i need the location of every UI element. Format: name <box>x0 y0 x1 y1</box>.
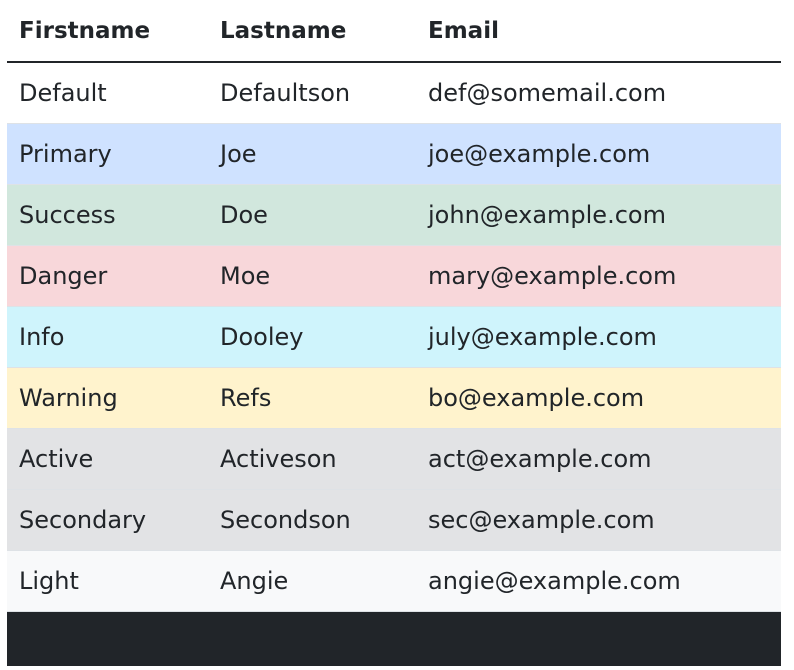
cell-firstname: Danger <box>7 245 208 307</box>
cell-email: mary@example.com <box>416 245 781 307</box>
table-row-default: Default Defaultson def@somemail.com <box>7 62 781 124</box>
cell-email: act@example.com <box>416 428 781 490</box>
cell-firstname: Light <box>7 550 208 612</box>
cell-firstname: Primary <box>7 123 208 185</box>
table-row-light: Light Angie angie@example.com <box>7 550 781 612</box>
cell-email: angie@example.com <box>416 550 781 612</box>
cell-lastname: Dooley <box>208 306 416 368</box>
cell-lastname: Refs <box>208 367 416 429</box>
cell-firstname: Warning <box>7 367 208 429</box>
cell-email: sec@example.com <box>416 489 781 551</box>
table-row-danger: Danger Moe mary@example.com <box>7 245 781 307</box>
cell-lastname: Doe <box>208 184 416 246</box>
column-header-lastname: Lastname <box>208 0 416 63</box>
contextual-table-container: Firstname Lastname Email Default Default… <box>7 0 781 666</box>
cell-email: joe@example.com <box>416 123 781 185</box>
table-row-primary: Primary Joe joe@example.com <box>7 123 781 185</box>
cell-lastname: Moe <box>208 245 416 307</box>
cell-firstname <box>7 611 208 666</box>
cell-email: bo@example.com <box>416 367 781 429</box>
cell-lastname: Activeson <box>208 428 416 490</box>
cell-firstname: Default <box>7 62 208 124</box>
cell-email <box>416 611 781 666</box>
column-header-email: Email <box>416 0 781 63</box>
cell-lastname: Secondson <box>208 489 416 551</box>
cell-lastname <box>208 611 416 666</box>
cell-lastname: Defaultson <box>208 62 416 124</box>
table-header: Firstname Lastname Email <box>7 0 781 63</box>
table-row-secondary: Secondary Secondson sec@example.com <box>7 489 781 551</box>
table-header-row: Firstname Lastname Email <box>7 0 781 63</box>
table-row-dark <box>7 611 781 666</box>
cell-firstname: Success <box>7 184 208 246</box>
table-row-success: Success Doe john@example.com <box>7 184 781 246</box>
table-row-warning: Warning Refs bo@example.com <box>7 367 781 429</box>
table-row-active: Active Activeson act@example.com <box>7 428 781 490</box>
table-body: Default Defaultson def@somemail.com Prim… <box>7 62 781 666</box>
cell-firstname: Secondary <box>7 489 208 551</box>
contextual-classes-table: Firstname Lastname Email Default Default… <box>7 0 781 666</box>
cell-email: def@somemail.com <box>416 62 781 124</box>
cell-lastname: Joe <box>208 123 416 185</box>
cell-email: july@example.com <box>416 306 781 368</box>
table-row-info: Info Dooley july@example.com <box>7 306 781 368</box>
cell-firstname: Info <box>7 306 208 368</box>
cell-firstname: Active <box>7 428 208 490</box>
column-header-firstname: Firstname <box>7 0 208 63</box>
cell-email: john@example.com <box>416 184 781 246</box>
cell-lastname: Angie <box>208 550 416 612</box>
